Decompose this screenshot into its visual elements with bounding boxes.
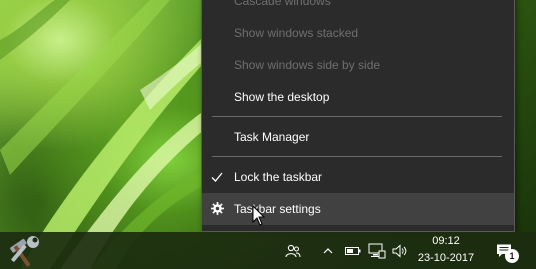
menu-item-show-windows-stacked[interactable]: Show windows stacked xyxy=(202,17,514,49)
menu-item-lock-the-taskbar[interactable]: Lock the taskbar xyxy=(202,161,514,193)
chevron-up-icon[interactable] xyxy=(320,232,336,269)
menu-item-label: Show windows stacked xyxy=(234,26,359,40)
menu-item-taskbar-settings[interactable]: Taskbar settings xyxy=(202,193,514,225)
menu-item-label: Task Manager xyxy=(234,130,310,144)
menu-item-label: Cascade windows xyxy=(234,0,331,8)
taskbar: 09:12 23-10-2017 xyxy=(0,232,536,269)
menu-item-label: Taskbar settings xyxy=(234,202,321,216)
menu-item-label: Show windows side by side xyxy=(234,58,381,72)
menu-separator xyxy=(212,156,502,157)
gear-icon xyxy=(211,202,224,215)
taskbar-context-menu: Cascade windows Show windows stacked Sho… xyxy=(201,0,515,232)
menu-item-label: Show the desktop xyxy=(234,90,330,104)
hammer-wrench-icon[interactable] xyxy=(6,234,42,268)
network-icon[interactable] xyxy=(366,232,388,269)
taskbar-clock[interactable]: 09:12 23-10-2017 xyxy=(414,232,478,269)
menu-separator xyxy=(212,116,502,117)
mouse-pointer-icon xyxy=(252,205,266,226)
notification-count-badge: 1 xyxy=(505,249,519,263)
clock-time: 09:12 xyxy=(432,235,460,247)
menu-item-show-the-desktop[interactable]: Show the desktop xyxy=(202,81,514,113)
battery-icon[interactable] xyxy=(344,232,362,269)
people-icon[interactable] xyxy=(283,232,303,269)
menu-item-label: Lock the taskbar xyxy=(234,170,323,184)
menu-item-task-manager[interactable]: Task Manager xyxy=(202,121,514,153)
menu-item-show-windows-side-by-side[interactable]: Show windows side by side xyxy=(202,49,514,81)
clock-date: 23-10-2017 xyxy=(417,252,475,264)
menu-item-cascade-windows[interactable]: Cascade windows xyxy=(202,0,514,17)
volume-icon[interactable] xyxy=(391,232,409,269)
checkmark-icon xyxy=(211,172,223,182)
